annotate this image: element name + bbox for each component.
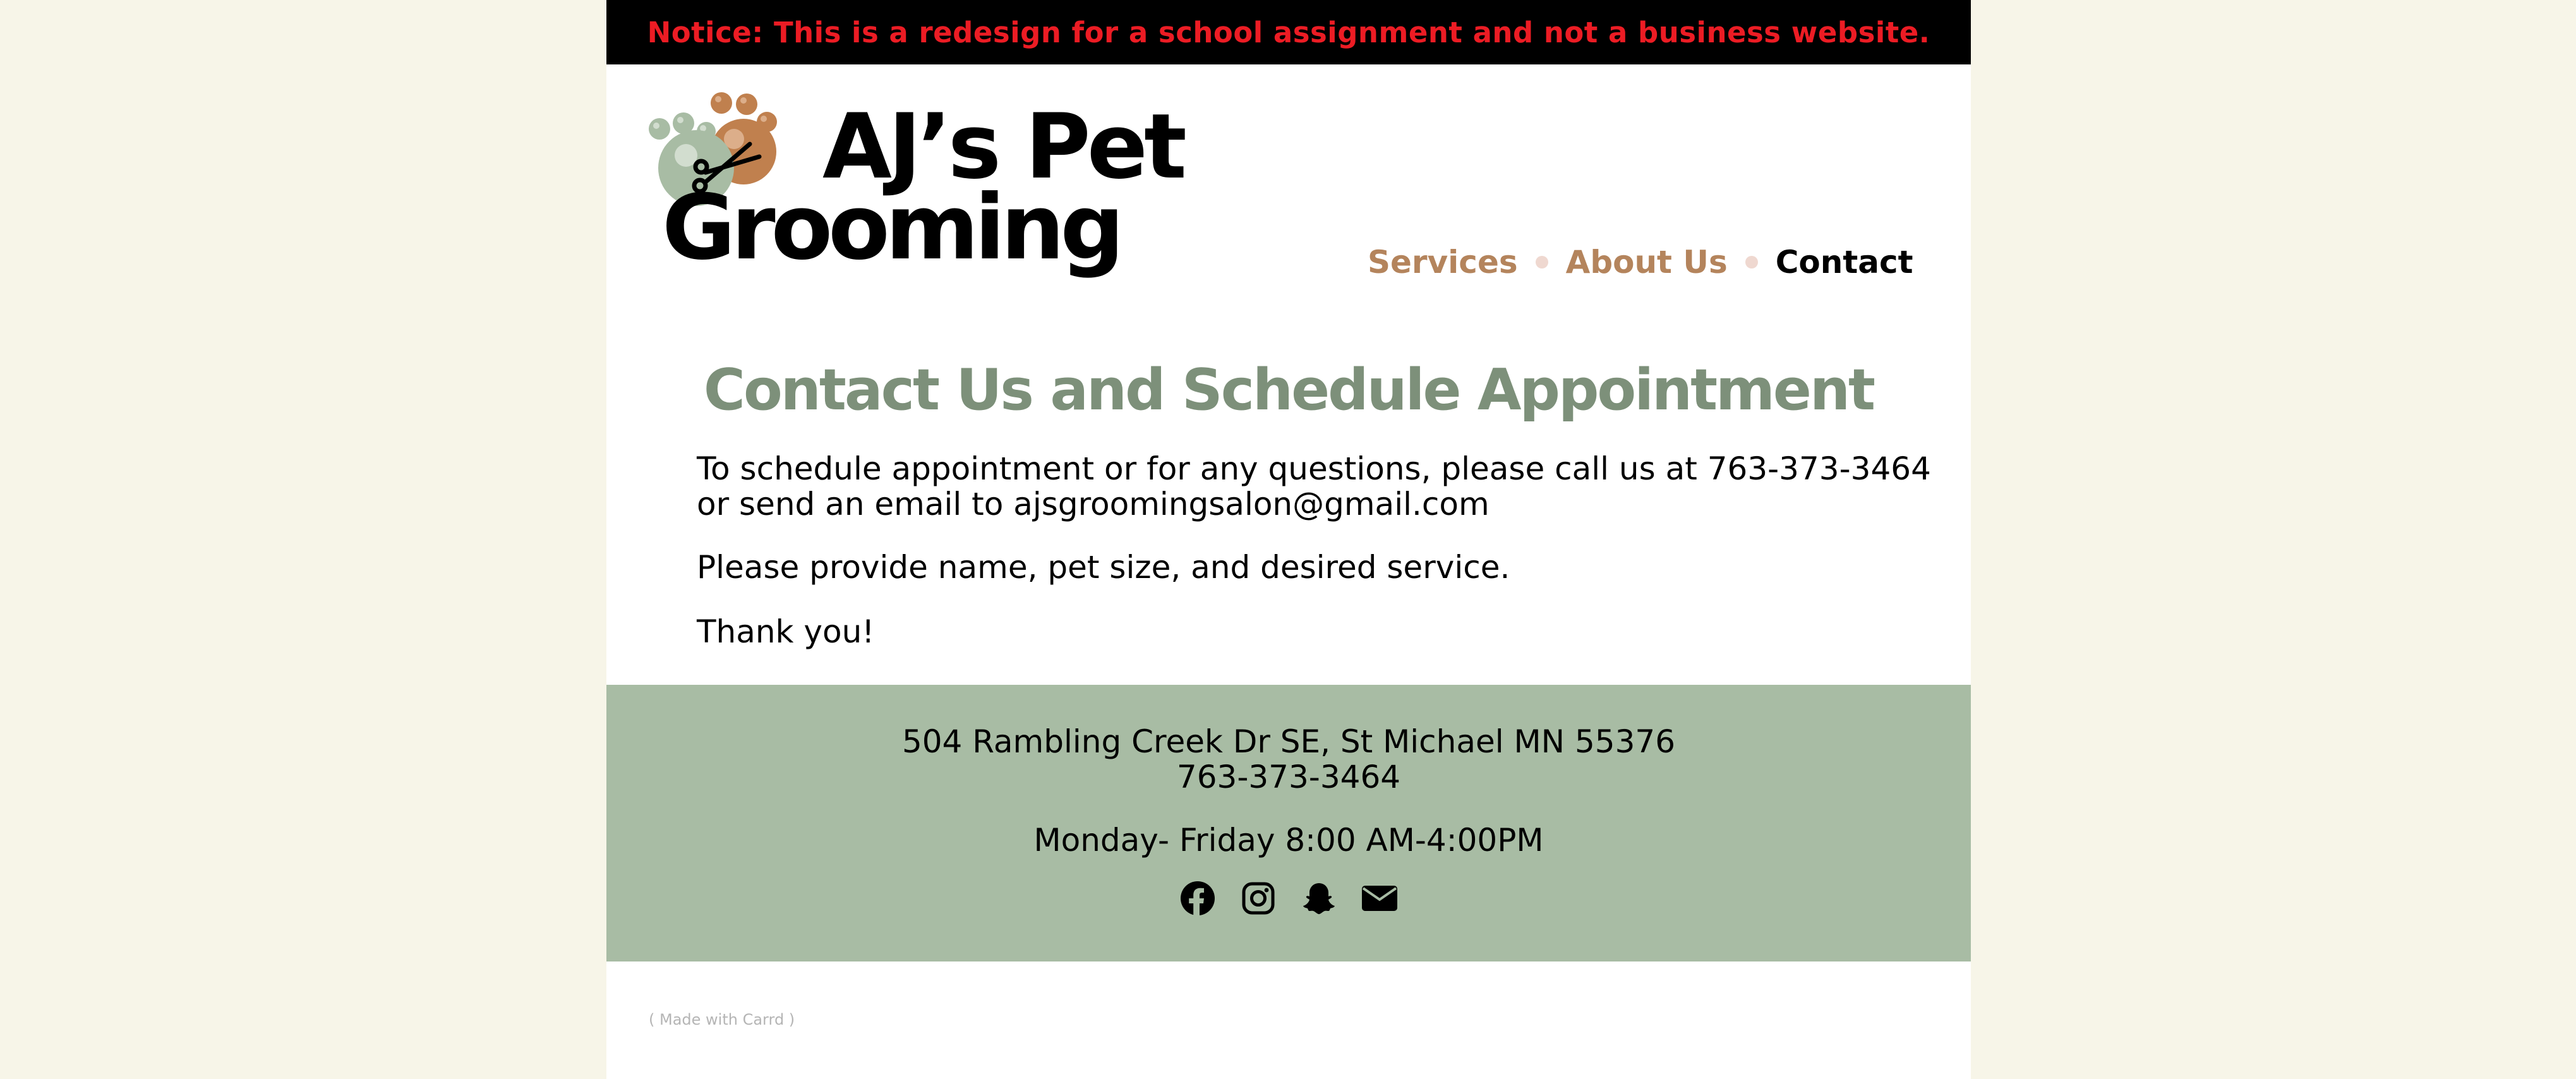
social-links — [606, 881, 1971, 916]
thank-you-paragraph: Thank you! — [697, 613, 875, 650]
contact-paragraph: To schedule appointment or for any quest… — [697, 450, 1931, 522]
instagram-icon[interactable] — [1241, 881, 1276, 916]
footer-hours: Monday- Friday 8:00 AM-4:00PM — [1033, 822, 1544, 859]
instructions-paragraph: Please provide name, pet size, and desir… — [697, 549, 1510, 586]
logo[interactable]: AJ’s Pet Grooming — [646, 87, 1187, 296]
page-title: Contact Us and Schedule Appointment — [703, 357, 1875, 423]
email-icon[interactable] — [1362, 881, 1397, 916]
page: Notice: This is a redesign for a school … — [606, 0, 1971, 1079]
nav-link-about-us[interactable]: About Us — [1566, 244, 1728, 280]
made-with-carrd-link[interactable]: ( Made with Carrd ) — [649, 1011, 795, 1028]
nav-link-services[interactable]: Services — [1368, 244, 1518, 280]
footer-address: 504 Rambling Creek Dr SE, St Michael MN … — [901, 723, 1676, 760]
nav-link-contact[interactable]: Contact — [1776, 244, 1913, 280]
nav-separator-dot — [1745, 256, 1758, 268]
notice-text: Notice: This is a redesign for a school … — [647, 15, 1930, 49]
logo-text-line2: Grooming — [662, 176, 1124, 280]
facebook-icon[interactable] — [1180, 881, 1215, 916]
contact-paragraph-line2: or send an email to ajsgroomingsalon@gma… — [697, 486, 1490, 522]
footer: 504 Rambling Creek Dr SE, St Michael MN … — [606, 685, 1971, 961]
footer-phone: 763-373-3464 — [1176, 759, 1401, 795]
contact-paragraph-line1: To schedule appointment or for any quest… — [697, 450, 1931, 487]
snapchat-icon[interactable] — [1301, 881, 1337, 916]
main-nav: Services About Us Contact — [1368, 240, 1913, 284]
nav-separator-dot — [1535, 256, 1548, 268]
notice-banner: Notice: This is a redesign for a school … — [606, 0, 1971, 64]
